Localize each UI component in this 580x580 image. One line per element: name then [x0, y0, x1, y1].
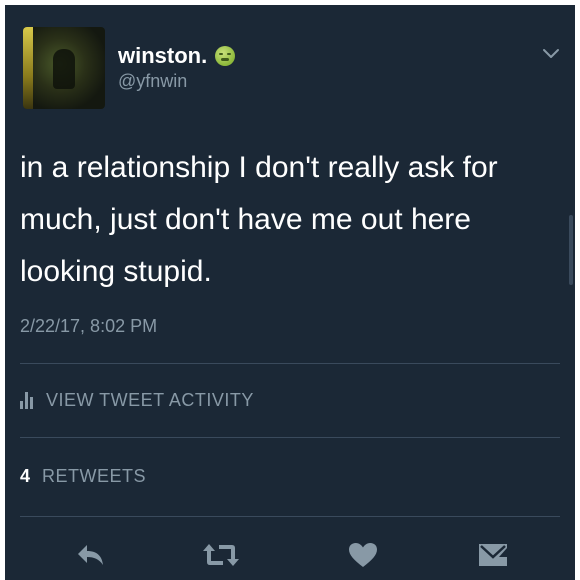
reply-icon [78, 545, 103, 565]
retweet-icon [203, 544, 239, 566]
bar-chart-icon [20, 392, 35, 409]
tweet-actions-bar [5, 535, 575, 575]
chevron-down-icon[interactable] [541, 47, 561, 61]
retweets-stat[interactable]: 4 RETWEETS [20, 466, 146, 487]
tweet-text: in a relationship I don't really ask for… [20, 151, 498, 288]
retweet-count: 4 [20, 466, 31, 486]
divider [20, 437, 560, 438]
reply-button[interactable] [71, 535, 111, 575]
like-button[interactable] [343, 535, 383, 575]
heart-icon [349, 543, 377, 567]
retweet-button[interactable] [201, 535, 241, 575]
direct-message-icon [479, 544, 507, 566]
tweet-card: winston. @yfnwin in a relationship I don… [5, 5, 575, 580]
display-name[interactable]: winston. [118, 43, 207, 69]
direct-message-button[interactable] [473, 535, 513, 575]
view-tweet-activity-link[interactable]: VIEW TWEET ACTIVITY [20, 390, 254, 411]
nauseated-face-icon [215, 46, 236, 66]
view-tweet-activity-label: VIEW TWEET ACTIVITY [46, 390, 254, 410]
retweet-label: RETWEETS [42, 466, 147, 486]
author-name-row: winston. [118, 43, 236, 69]
scrollbar[interactable] [569, 215, 573, 285]
avatar[interactable] [23, 27, 105, 109]
divider [20, 363, 560, 364]
divider [20, 516, 560, 517]
tweet-timestamp[interactable]: 2/22/17, 8:02 PM [20, 316, 157, 337]
user-handle[interactable]: @yfnwin [118, 71, 187, 92]
